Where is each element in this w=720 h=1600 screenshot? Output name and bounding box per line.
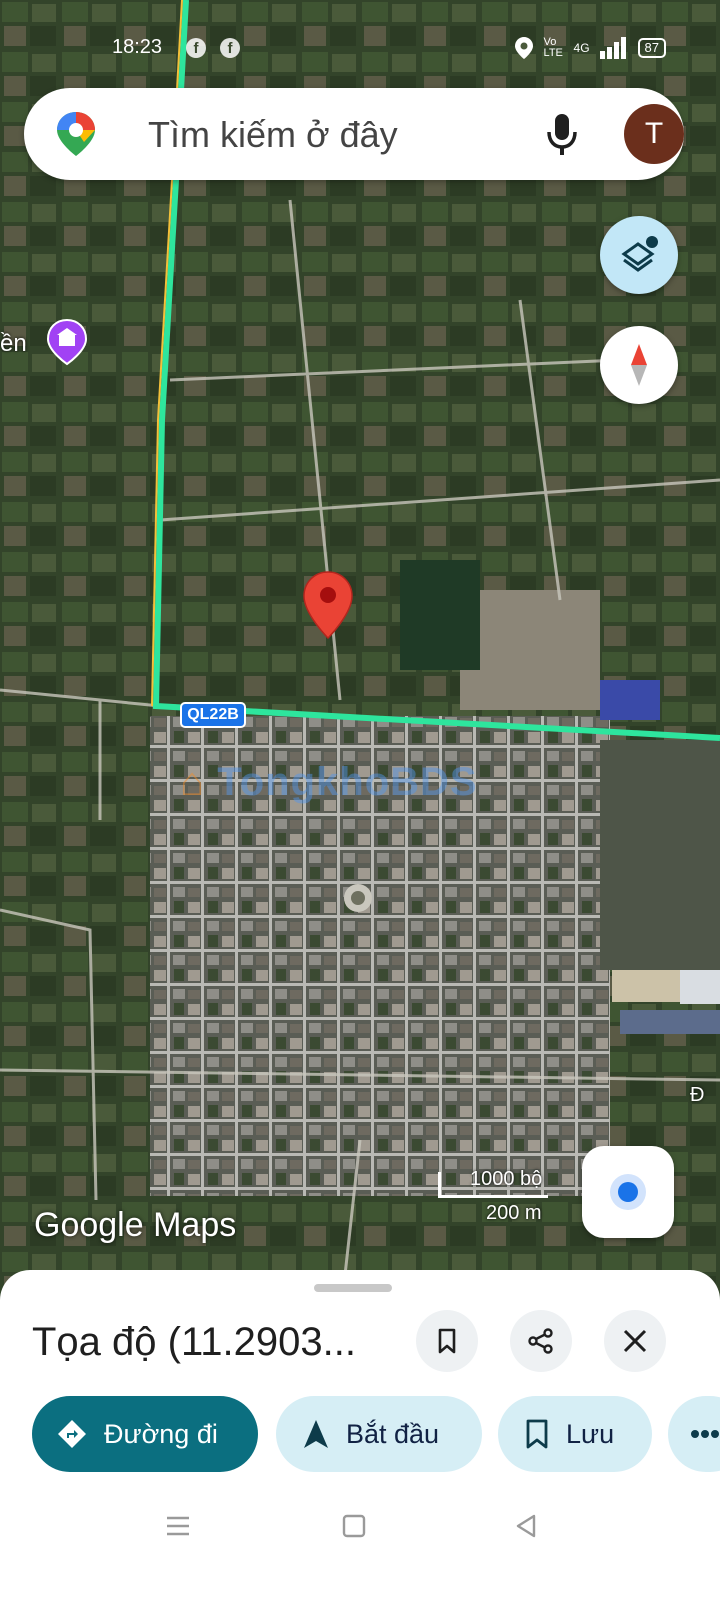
more-icon [691,1430,719,1438]
save-button[interactable]: Lưu [498,1396,652,1472]
edge-road-label: Đ [690,1084,705,1106]
watermark: ⌂ TongkhoBDS [180,760,478,804]
battery-icon: 87 [637,38,666,58]
recents-menu-icon[interactable] [164,1512,192,1540]
temple-pin-icon[interactable] [46,318,88,366]
google-maps-logo: Google Maps [34,1206,237,1244]
home-icon[interactable] [340,1512,368,1540]
share-icon [528,1328,553,1354]
network-type-label: 4G [573,41,590,55]
facebook-icon: f [220,38,240,58]
place-title: Tọa độ (11.2903... [32,1320,356,1364]
navigation-arrow-icon [304,1420,328,1448]
signal-icon [599,37,626,59]
bookmark-icon [526,1419,548,1449]
clock: 18:23 [112,36,163,58]
location-status-icon [514,37,533,59]
bookmark-icon [438,1328,456,1354]
layers-icon [621,236,658,272]
avatar[interactable]: T [624,104,684,164]
volte-label: Vo LTE [543,36,563,59]
directions-button[interactable]: Đường đi [32,1396,258,1472]
close-button[interactable] [604,1310,666,1372]
map-view[interactable]: ền QL22B ⌂ TongkhoBDS Đ 1000 bộ 200 m Go… [0,0,720,1320]
directions-icon [58,1420,86,1448]
compass-icon [631,344,647,386]
close-icon [623,1329,647,1353]
start-button[interactable]: Bắt đầu [276,1396,482,1472]
place-label[interactable]: ền [0,330,27,358]
search-input[interactable]: Tìm kiếm ở đây [148,114,398,156]
layers-button[interactable] [600,216,678,294]
share-button[interactable] [510,1310,572,1372]
save-label: Lưu [566,1418,615,1449]
facebook-icon: f [186,38,206,58]
google-maps-pin-icon [57,112,95,156]
scale-feet-label: 1000 bộ [470,1168,543,1190]
status-bar: 18:23 f f Vo LTE 4G 87 [0,30,720,66]
microphone-icon[interactable] [544,110,580,158]
more-actions-button[interactable] [668,1396,720,1472]
compass-button[interactable] [600,326,678,404]
scale-meters-label: 200 m [486,1202,542,1224]
sheet-drag-handle[interactable] [314,1284,392,1292]
satellite-imagery [0,0,720,1320]
road-shield-label: QL22B [180,702,246,728]
my-location-icon [610,1174,646,1210]
back-icon[interactable] [512,1512,540,1540]
search-bar[interactable]: Tìm kiếm ở đây T [24,88,684,180]
start-label: Bắt đầu [346,1418,440,1449]
system-nav-bar [0,1490,720,1570]
directions-label: Đường đi [104,1418,218,1449]
my-location-button[interactable] [582,1146,674,1238]
bookmark-button[interactable] [416,1310,478,1372]
